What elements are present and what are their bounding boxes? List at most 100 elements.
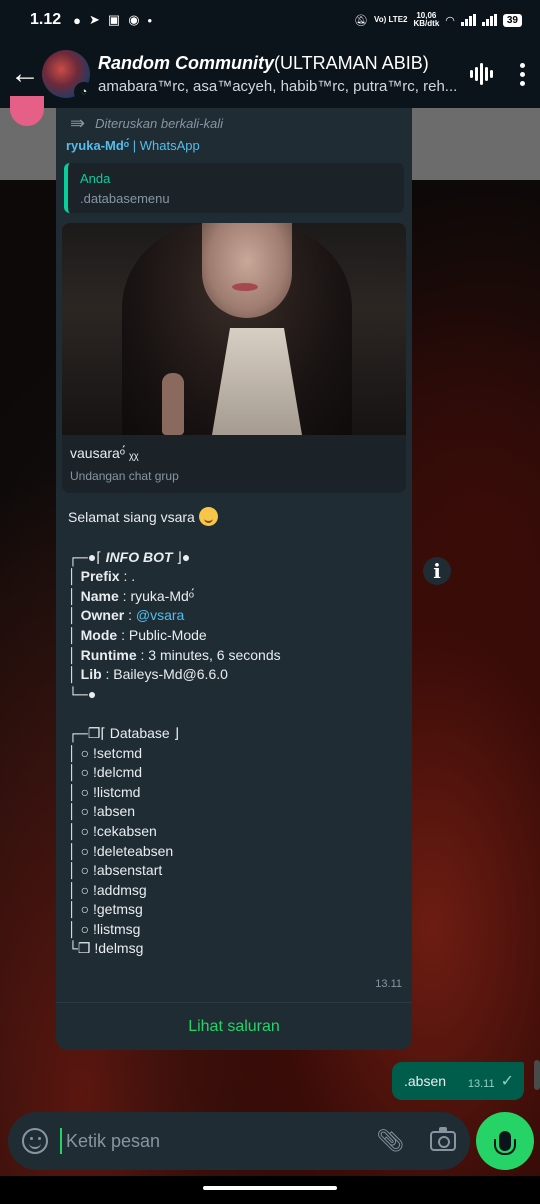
database-item: │ ○ !deleteabsen xyxy=(68,842,174,859)
info-key: Owner xyxy=(80,607,125,624)
network-speed: 10,06 KB/dtk xyxy=(413,12,439,28)
info-rows: │ Prefix : . │ Name : ryuka-Mdᵒ́ │ Owner :… xyxy=(68,567,400,685)
invite-subtitle: Undangan chat grup xyxy=(70,469,179,483)
microphone-icon xyxy=(494,1131,516,1155)
battery-icon: 39 xyxy=(502,13,522,27)
smile-emoji-icon xyxy=(198,507,218,526)
database-item: │ ○ !absenstart xyxy=(68,862,163,879)
network-type: Vo) LTE2 xyxy=(374,15,408,24)
chat-info[interactable]: Random Community(ULTRAMAN ABIB) amabara™… xyxy=(98,53,462,95)
info-value: : 3 minutes, 6 seconds xyxy=(136,646,281,663)
info-value: : xyxy=(124,607,136,624)
database-command: !getmsg xyxy=(93,901,143,918)
chat-members: amabara™rc, asa™acyeh, habib™rc, putra™r… xyxy=(98,78,458,95)
voice-chat-icon[interactable] xyxy=(470,62,500,86)
database-header: Database xyxy=(109,724,170,741)
info-row: │ Runtime : 3 minutes, 6 seconds xyxy=(68,646,281,663)
more-notifications-icon: • xyxy=(147,12,153,28)
outgoing-time: 13.11 xyxy=(467,1078,495,1090)
database-item: │ ○ !delcmd xyxy=(68,764,143,781)
owner-mention-link[interactable]: @vsara xyxy=(136,607,184,623)
sticker-icon[interactable] xyxy=(22,1128,48,1154)
info-value: : Public-Mode xyxy=(117,626,207,643)
quoted-message[interactable]: Anda .databasemenu xyxy=(64,163,404,213)
database-command: !deleteabsen xyxy=(93,842,174,859)
outgoing-message-bubble[interactable]: .absen 13.11 ✓ xyxy=(392,1062,524,1100)
delivered-check-icon: ✓ xyxy=(500,1073,514,1090)
info-row: │ Lib : Baileys-Md@6.6.0 xyxy=(68,666,228,683)
invite-group-name: vausaraᵒ́ ᵪᵪ xyxy=(70,445,139,461)
group-invite-card[interactable]: vausaraᵒ́ ᵪᵪ Undangan chat grup xyxy=(62,223,406,493)
forward-icon: ⇛ xyxy=(70,112,86,133)
info-header-line: ┌─●⌈ INFO BOT ⌋● xyxy=(68,548,191,565)
database-item: │ ○ !setcmd xyxy=(68,744,143,761)
sender-name: ryuka-Mdᵒ́ xyxy=(66,138,130,153)
database-command: !setcmd xyxy=(93,744,143,761)
info-header: INFO BOT xyxy=(105,548,173,565)
greeting-line: Selamat siang vsara xyxy=(68,507,400,528)
back-arrow-icon[interactable]: ← xyxy=(10,59,40,89)
navigation-bar xyxy=(0,1176,540,1204)
speed-unit: KB/dtk xyxy=(413,19,440,28)
more-options-icon[interactable] xyxy=(514,62,530,86)
database-command: !listcmd xyxy=(93,783,141,800)
quote-text: .databasemenu xyxy=(80,191,170,206)
info-value: : ryuka-Mdᵒ́ xyxy=(118,587,195,604)
greeting: Selamat siang vsara xyxy=(68,509,195,525)
database-command: !cekabsen xyxy=(93,822,157,839)
wifi-icon: ◠ xyxy=(445,14,455,27)
group-avatar[interactable]: ◔ xyxy=(42,50,94,102)
chat-header: ← ◔ Random Community(ULTRAMAN ABIB) amab… xyxy=(0,40,540,108)
database-command: !absen xyxy=(93,803,136,820)
info-row: │ Name : ryuka-Mdᵒ́ xyxy=(68,587,195,604)
scrollbar[interactable] xyxy=(534,1060,540,1090)
status-right: 🔕︎ Vo) LTE2 10,06 KB/dtk ◠ 39 xyxy=(354,12,522,28)
chat-title-main: Random Community xyxy=(98,53,275,73)
message-text: Selamat siang vsara ┌─●⌈ INFO BOT ⌋● │ P… xyxy=(62,493,406,959)
telegram-notification-icon: ➤ xyxy=(89,12,100,27)
info-row: │ Mode : Public-Mode xyxy=(68,626,207,643)
forwarded-label: ⇛ Diteruskan berkali-kali xyxy=(62,108,406,138)
database-item: │ ○ !listcmd xyxy=(68,783,141,800)
message-time: 13.11 xyxy=(375,978,402,990)
database-command: !addmsg xyxy=(93,881,147,898)
attachment-icon[interactable]: 📎︎ xyxy=(376,1128,404,1154)
forwarded-text: Diteruskan berkali-kali xyxy=(95,115,223,131)
message-input[interactable] xyxy=(60,1128,367,1154)
outgoing-text: .absen xyxy=(404,1073,447,1089)
database-item: │ ○ !getmsg xyxy=(68,901,143,918)
info-value: : . xyxy=(119,568,136,585)
chat-title-sub: (ULTRAMAN ABIB) xyxy=(274,53,429,73)
info-key: Prefix xyxy=(80,568,120,585)
chat-title: Random Community(ULTRAMAN ABIB) xyxy=(98,53,462,74)
database-item: │ ○ !cekabsen xyxy=(68,822,157,839)
status-bar: 1.12 ● ➤ ▣ ◉ • 🔕︎ Vo) LTE2 10,06 KB/dtk … xyxy=(0,0,540,40)
community-icon: ◔ xyxy=(74,82,94,102)
signal-icon xyxy=(460,14,476,26)
voice-record-button[interactable] xyxy=(476,1112,534,1170)
info-key: Mode xyxy=(80,626,118,643)
view-channel-button[interactable]: Lihat saluran xyxy=(56,1003,412,1050)
database-header-line: ┌─❒⌈ Database ⌋ xyxy=(68,724,180,741)
sender-suffix: | WhatsApp xyxy=(132,138,200,153)
info-value: : Baileys-Md@6.6.0 xyxy=(101,666,228,683)
database-command: !listmsg xyxy=(93,920,141,937)
forwarded-message-bubble[interactable]: ⇛ Diteruskan berkali-kali ryuka-Mdᵒ́ | W… xyxy=(56,108,412,1050)
database-item: │ ○ !addmsg xyxy=(68,881,147,898)
compass-notification-icon: ◉ xyxy=(128,12,140,27)
chat-notification-icon: ● xyxy=(73,12,81,28)
quote-author: Anda xyxy=(80,171,111,186)
home-indicator[interactable] xyxy=(203,1186,337,1190)
database-command: !delcmd xyxy=(93,764,143,781)
database-command: !absenstart xyxy=(93,862,163,879)
info-icon[interactable]: i xyxy=(423,557,451,585)
shop-notification-icon: ▣ xyxy=(107,12,121,27)
info-key: Lib xyxy=(80,666,102,683)
database-item: │ ○ !absen xyxy=(68,803,136,820)
database-last-item: !delmsg xyxy=(94,940,144,957)
info-row: │ Owner : @vsara xyxy=(68,607,185,624)
camera-icon[interactable] xyxy=(430,1127,456,1151)
sender-line[interactable]: ryuka-Mdᵒ́ | WhatsApp xyxy=(62,138,406,153)
info-footer-line: └─● xyxy=(68,685,97,702)
info-row: │ Prefix : . xyxy=(68,568,136,585)
